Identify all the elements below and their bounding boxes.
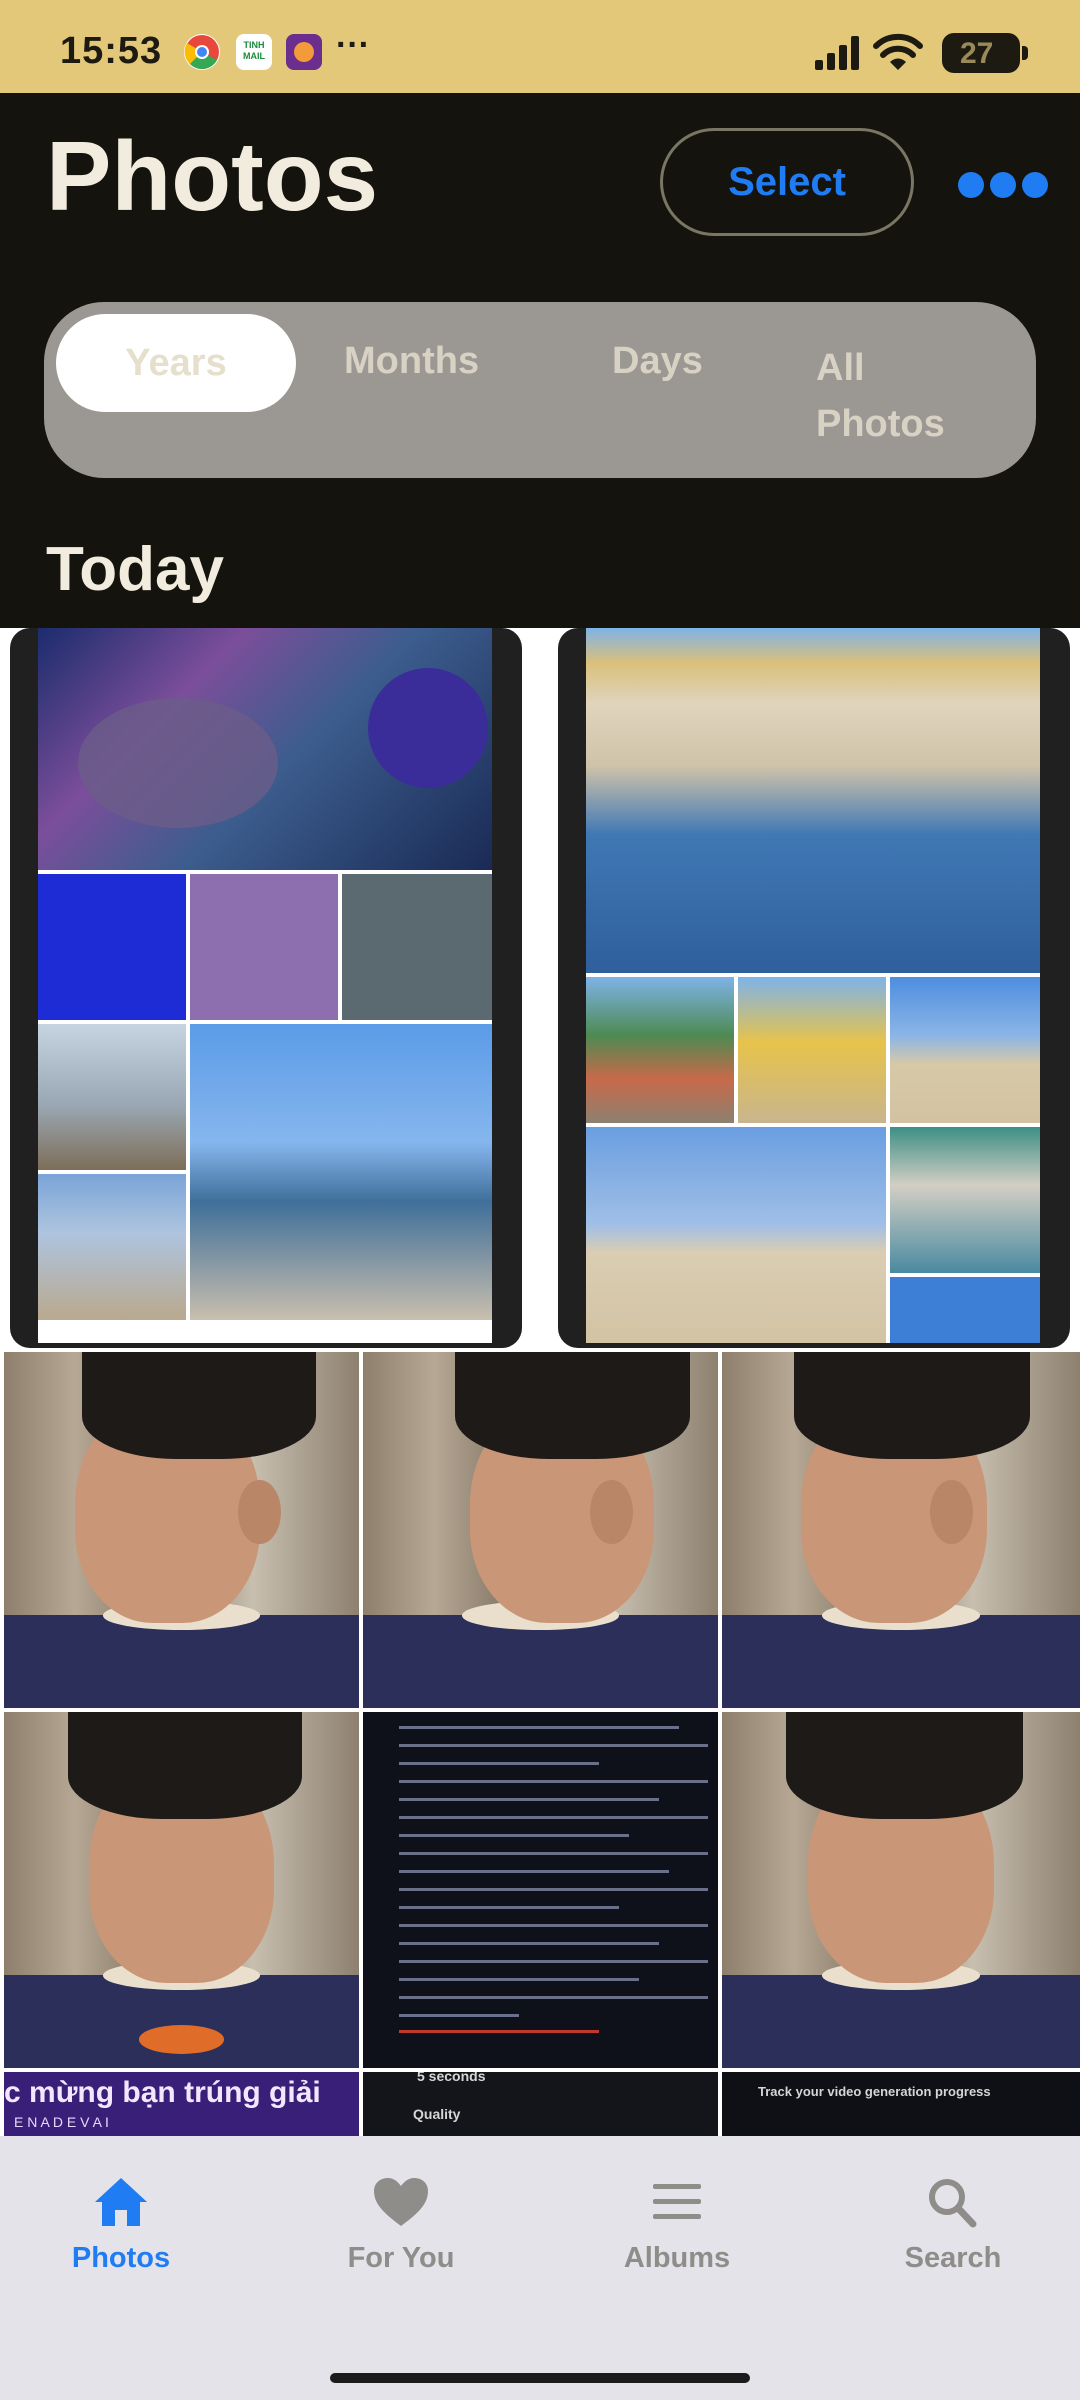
more-dot-icon (1022, 172, 1048, 198)
thumbnail-caption: c mừng bạn trúng giải (4, 2076, 321, 2109)
status-overflow-icon: ··· (336, 26, 370, 64)
thumbnail-caption: Track your video generation progress (758, 2084, 991, 2099)
tab-photos[interactable]: Photos (0, 2176, 256, 2326)
tab-for-you[interactable]: For You (266, 2176, 536, 2326)
select-button[interactable]: Select (660, 128, 914, 236)
photo-thumbnail[interactable] (722, 1352, 1080, 1708)
tab-label: Albums (623, 2242, 731, 2274)
video-duration: 0:10 (455, 1323, 484, 1339)
status-bar: 15:53 TINH MAIL ··· 27 (0, 0, 1080, 93)
tab-label: For You (347, 2242, 455, 2274)
segment-all-photos[interactable]: All Photos (816, 340, 1026, 452)
more-options-button[interactable] (958, 168, 1048, 202)
list-icon (653, 2184, 701, 2219)
segment-all-photos-line2: Photos (816, 403, 945, 445)
battery-level: 27 (960, 37, 994, 70)
tab-search[interactable]: Search (818, 2176, 1080, 2326)
home-indicator[interactable] (330, 2373, 750, 2383)
heart-icon (374, 2178, 428, 2226)
wifi-icon (873, 33, 923, 70)
tab-bar: Photos For You Albums Search (0, 2136, 1080, 2400)
tinmail-icon: TINH MAIL (236, 34, 272, 70)
tab-label: Photos (71, 2242, 171, 2274)
photo-thumbnail[interactable]: 0:10 (0, 628, 538, 1348)
more-dot-icon (990, 172, 1016, 198)
segment-all-photos-line1: All (816, 347, 865, 389)
photo-thumbnail[interactable]: 5 seconds Quality (363, 2072, 718, 2136)
battery-icon: 27 (942, 33, 1028, 73)
tab-label: Search (904, 2242, 1002, 2274)
app-icon (286, 34, 322, 70)
photo-thumbnail[interactable]: Track your video generation progress (722, 2072, 1080, 2136)
thumbnail-caption: Quality (413, 2106, 461, 2122)
house-icon (95, 2178, 147, 2226)
segment-months[interactable]: Months (344, 340, 479, 383)
segment-days[interactable]: Days (612, 340, 703, 383)
photo-thumbnail[interactable]: c mừng bạn trúng giải E N A D E V A I (4, 2072, 359, 2136)
photo-thumbnail[interactable] (363, 1352, 718, 1708)
view-segmented-control: Years Months Days All Photos (44, 302, 1036, 478)
photo-thumbnail[interactable] (722, 1712, 1080, 2068)
status-time: 15:53 (60, 30, 163, 72)
search-icon (929, 2179, 977, 2228)
photo-grid: 0:10 c mừng bạn trúng giải E N A D E V A… (0, 628, 1080, 2136)
photo-thumbnail[interactable] (542, 628, 1080, 1348)
thumbnail-subcaption: E N A D E V A I (14, 2114, 109, 2130)
tab-albums[interactable]: Albums (542, 2176, 812, 2326)
photo-thumbnail[interactable] (4, 1352, 359, 1708)
page-title: Photos (46, 121, 379, 231)
section-title: Today (46, 535, 224, 604)
signal-icon (815, 36, 859, 70)
photo-thumbnail[interactable] (4, 1712, 359, 2068)
chrome-icon (184, 34, 220, 70)
more-dot-icon (958, 172, 984, 198)
segment-years[interactable]: Years (56, 314, 296, 412)
photo-thumbnail[interactable] (363, 1712, 718, 2068)
thumbnail-caption: 5 seconds (417, 2072, 486, 2084)
